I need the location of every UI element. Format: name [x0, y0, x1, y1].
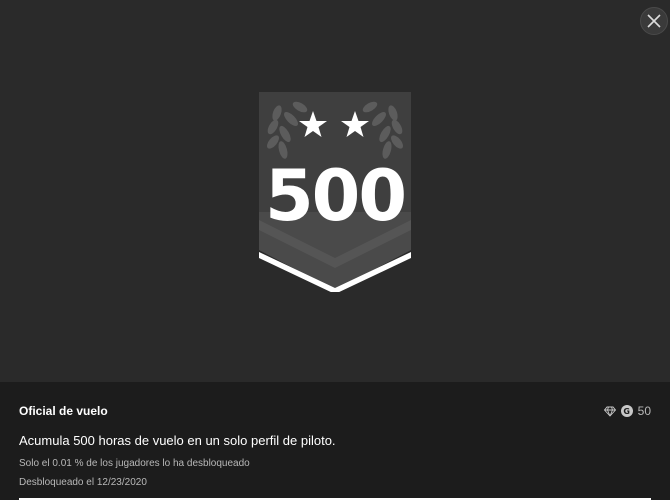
achievement-art-area: 500	[0, 0, 670, 382]
close-button[interactable]	[640, 7, 668, 35]
achievement-info-panel: Oficial de vuelo G 50 Acumula 500 horas …	[0, 382, 670, 500]
rarity-text: Solo el 0.01 % de los jugadores lo ha de…	[19, 458, 250, 469]
achievement-badge: 500	[259, 92, 411, 292]
achievement-title: Oficial de vuelo	[19, 404, 108, 418]
gamerscore-value: 50	[637, 404, 651, 418]
achievement-points: G 50	[603, 404, 651, 418]
diamond-icon	[603, 406, 616, 417]
badge-number: 500	[265, 155, 405, 237]
close-icon	[647, 14, 661, 28]
achievement-description: Acumula 500 horas de vuelo en un solo pe…	[19, 433, 336, 448]
unlock-date: Desbloqueado el 12/23/2020	[19, 477, 147, 488]
gamerscore-icon: G	[620, 405, 633, 417]
